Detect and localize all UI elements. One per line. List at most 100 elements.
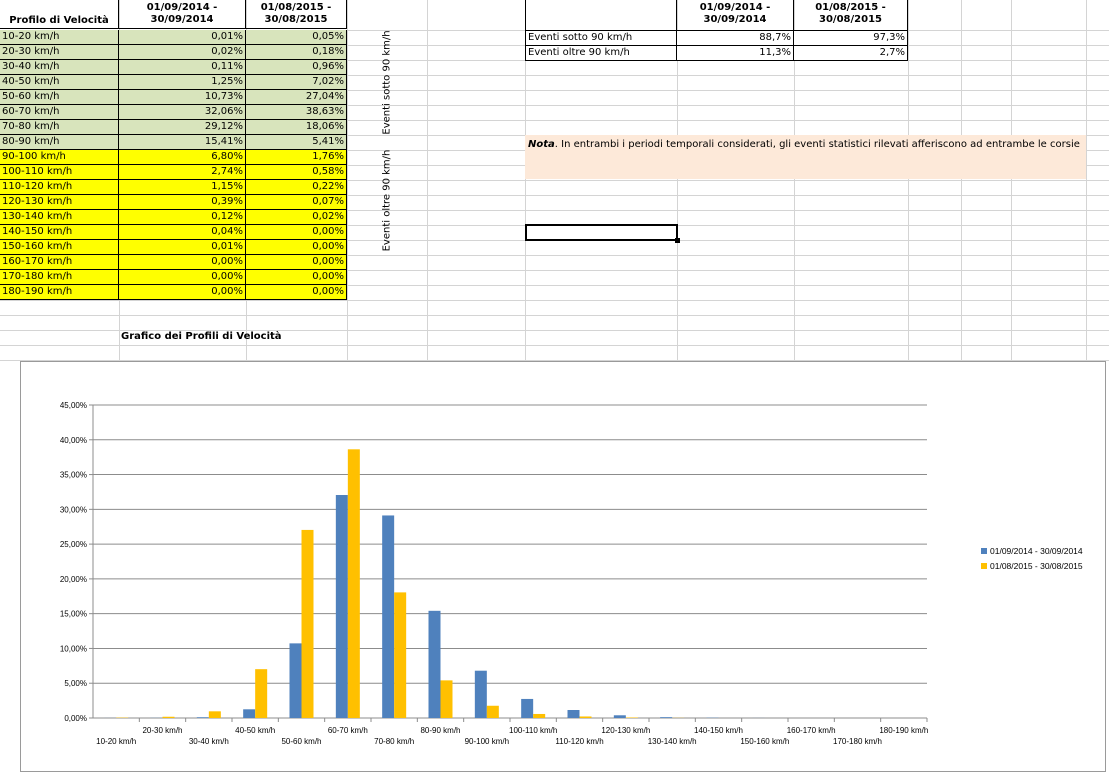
value-2015-cell[interactable]: 0,58%	[246, 165, 347, 180]
value-2015-cell[interactable]: 0,22%	[246, 180, 347, 195]
speed-range-cell[interactable]: 180-190 km/h	[0, 285, 119, 300]
value-2014-cell[interactable]: 0,00%	[119, 270, 246, 285]
spreadsheet-grid[interactable]: Profilo di Velocità 01/09/2014 - 30/09/2…	[0, 0, 1109, 774]
speed-range-cell[interactable]: 100-110 km/h	[0, 165, 119, 180]
summary-2015-cell[interactable]: 2,7%	[794, 46, 908, 61]
value-2015-cell[interactable]: 5,41%	[246, 135, 347, 150]
summary-2015-header-line2: 30/08/2015	[819, 14, 882, 25]
bar-2014	[382, 515, 395, 718]
legend-label-2014: 01/09/2014 - 30/09/2014	[990, 546, 1083, 556]
value-2014-cell[interactable]: 0,01%	[119, 240, 246, 255]
period-2014-header[interactable]: 01/09/2014 - 30/09/2014	[119, 0, 246, 29]
bar-2015	[440, 680, 453, 718]
grid-row-line	[0, 315, 1109, 316]
legend-swatch-2015	[981, 563, 987, 569]
value-2015-cell[interactable]: 0,00%	[246, 225, 347, 240]
value-2014-cell[interactable]: 29,12%	[119, 120, 246, 135]
bar-2015	[486, 705, 499, 718]
y-tick-label: 10,00%	[60, 644, 87, 653]
value-2014-cell[interactable]: 6,80%	[119, 150, 246, 165]
summary-2014-cell[interactable]: 11,3%	[677, 46, 794, 61]
active-cell-selection[interactable]	[525, 224, 678, 241]
speed-range-cell[interactable]: 120-130 km/h	[0, 195, 119, 210]
value-2014-cell[interactable]: 0,11%	[119, 60, 246, 75]
value-2015-cell[interactable]: 0,00%	[246, 270, 347, 285]
value-2014-cell[interactable]: 1,15%	[119, 180, 246, 195]
summary-2015-header-line1: 01/08/2015 -	[815, 2, 886, 13]
legend-label-2015: 01/08/2015 - 30/08/2015	[990, 561, 1083, 571]
x-tick-label: 170-180 km/h	[833, 737, 882, 746]
value-2015-cell[interactable]: 7,02%	[246, 75, 347, 90]
note-cell[interactable]: Nota. In entrambi i periodi temporali co…	[525, 135, 1086, 179]
value-2015-cell[interactable]: 0,00%	[246, 240, 347, 255]
value-2014-cell[interactable]: 32,06%	[119, 105, 246, 120]
summary-2015-cell[interactable]: 97,3%	[794, 31, 908, 46]
speed-range-cell[interactable]: 40-50 km/h	[0, 75, 119, 90]
value-2015-cell[interactable]: 0,05%	[246, 30, 347, 45]
value-2014-cell[interactable]: 0,00%	[119, 285, 246, 300]
value-2015-cell[interactable]: 18,06%	[246, 120, 347, 135]
summary-corner-cell[interactable]	[525, 0, 677, 31]
value-2014-cell[interactable]: 1,25%	[119, 75, 246, 90]
speed-range-cell[interactable]: 50-60 km/h	[0, 90, 119, 105]
speed-range-cell[interactable]: 70-80 km/h	[0, 120, 119, 135]
speed-range-cell[interactable]: 80-90 km/h	[0, 135, 119, 150]
speed-range-cell[interactable]: 140-150 km/h	[0, 225, 119, 240]
x-tick-label: 50-60 km/h	[281, 737, 321, 746]
value-2015-cell[interactable]: 0,96%	[246, 60, 347, 75]
speed-range-cell[interactable]: 150-160 km/h	[0, 240, 119, 255]
summary-label-cell[interactable]: Eventi oltre 90 km/h	[525, 46, 677, 61]
chart-section-title: Grafico dei Profili di Velocità	[121, 331, 282, 342]
speed-range-cell[interactable]: 110-120 km/h	[0, 180, 119, 195]
bar-2014	[428, 610, 441, 718]
profile-header[interactable]: Profilo di Velocità	[0, 0, 119, 29]
summary-2014-cell[interactable]: 88,7%	[677, 31, 794, 46]
value-2014-cell[interactable]: 0,00%	[119, 255, 246, 270]
speed-range-cell[interactable]: 170-180 km/h	[0, 270, 119, 285]
speed-range-cell[interactable]: 60-70 km/h	[0, 105, 119, 120]
period-2014-header-line1: 01/09/2014 -	[146, 2, 218, 13]
value-2015-cell[interactable]: 0,18%	[246, 45, 347, 60]
x-tick-label: 100-110 km/h	[509, 726, 557, 735]
bar-2015	[255, 669, 268, 718]
speed-range-cell[interactable]: 10-20 km/h	[0, 30, 119, 45]
speed-range-cell[interactable]: 20-30 km/h	[0, 45, 119, 60]
value-2015-cell[interactable]: 27,04%	[246, 90, 347, 105]
bar-2015	[208, 711, 221, 718]
y-tick-label: 15,00%	[60, 610, 87, 619]
bar-2015	[301, 529, 314, 718]
value-2014-cell[interactable]: 0,12%	[119, 210, 246, 225]
bar-2014	[521, 698, 534, 718]
period-2015-header[interactable]: 01/08/2015 - 30/08/2015	[246, 0, 347, 29]
fill-handle[interactable]	[675, 238, 680, 243]
x-tick-label: 130-140 km/h	[648, 737, 697, 746]
value-2014-cell[interactable]: 10,73%	[119, 90, 246, 105]
speed-range-cell[interactable]: 130-140 km/h	[0, 210, 119, 225]
value-2014-cell[interactable]: 0,04%	[119, 225, 246, 240]
value-2015-cell[interactable]: 1,76%	[246, 150, 347, 165]
x-tick-label: 70-80 km/h	[374, 737, 414, 746]
value-2015-cell[interactable]: 38,63%	[246, 105, 347, 120]
value-2015-cell[interactable]: 0,00%	[246, 285, 347, 300]
summary-2014-header-line2: 30/09/2014	[703, 14, 767, 25]
speed-range-cell[interactable]: 90-100 km/h	[0, 150, 119, 165]
speed-profile-chart[interactable]: 0,00% 5,00% 10,00% 15,00% 20,00% 25,00% 30,00%…	[20, 361, 1106, 772]
x-tick-label: 140-150 km/h	[694, 726, 743, 735]
value-2015-cell[interactable]: 0,07%	[246, 195, 347, 210]
value-2014-cell[interactable]: 0,01%	[119, 30, 246, 45]
speed-range-cell[interactable]: 30-40 km/h	[0, 60, 119, 75]
bar-2015	[162, 716, 175, 718]
value-2015-cell[interactable]: 0,02%	[246, 210, 347, 225]
bar-2014	[474, 670, 487, 718]
value-2014-cell[interactable]: 0,02%	[119, 45, 246, 60]
value-2014-cell[interactable]: 15,41%	[119, 135, 246, 150]
summary-label-cell[interactable]: Eventi sotto 90 km/h	[525, 31, 677, 46]
value-2015-cell[interactable]: 0,00%	[246, 255, 347, 270]
summary-2014-header[interactable]: 01/09/2014 - 30/09/2014	[677, 0, 794, 31]
value-2014-cell[interactable]: 2,74%	[119, 165, 246, 180]
period-2015-header-line1: 01/08/2015 -	[260, 2, 332, 13]
y-tick-label: 45,00%	[60, 401, 87, 410]
speed-range-cell[interactable]: 160-170 km/h	[0, 255, 119, 270]
summary-2015-header[interactable]: 01/08/2015 - 30/08/2015	[794, 0, 908, 31]
value-2014-cell[interactable]: 0,39%	[119, 195, 246, 210]
